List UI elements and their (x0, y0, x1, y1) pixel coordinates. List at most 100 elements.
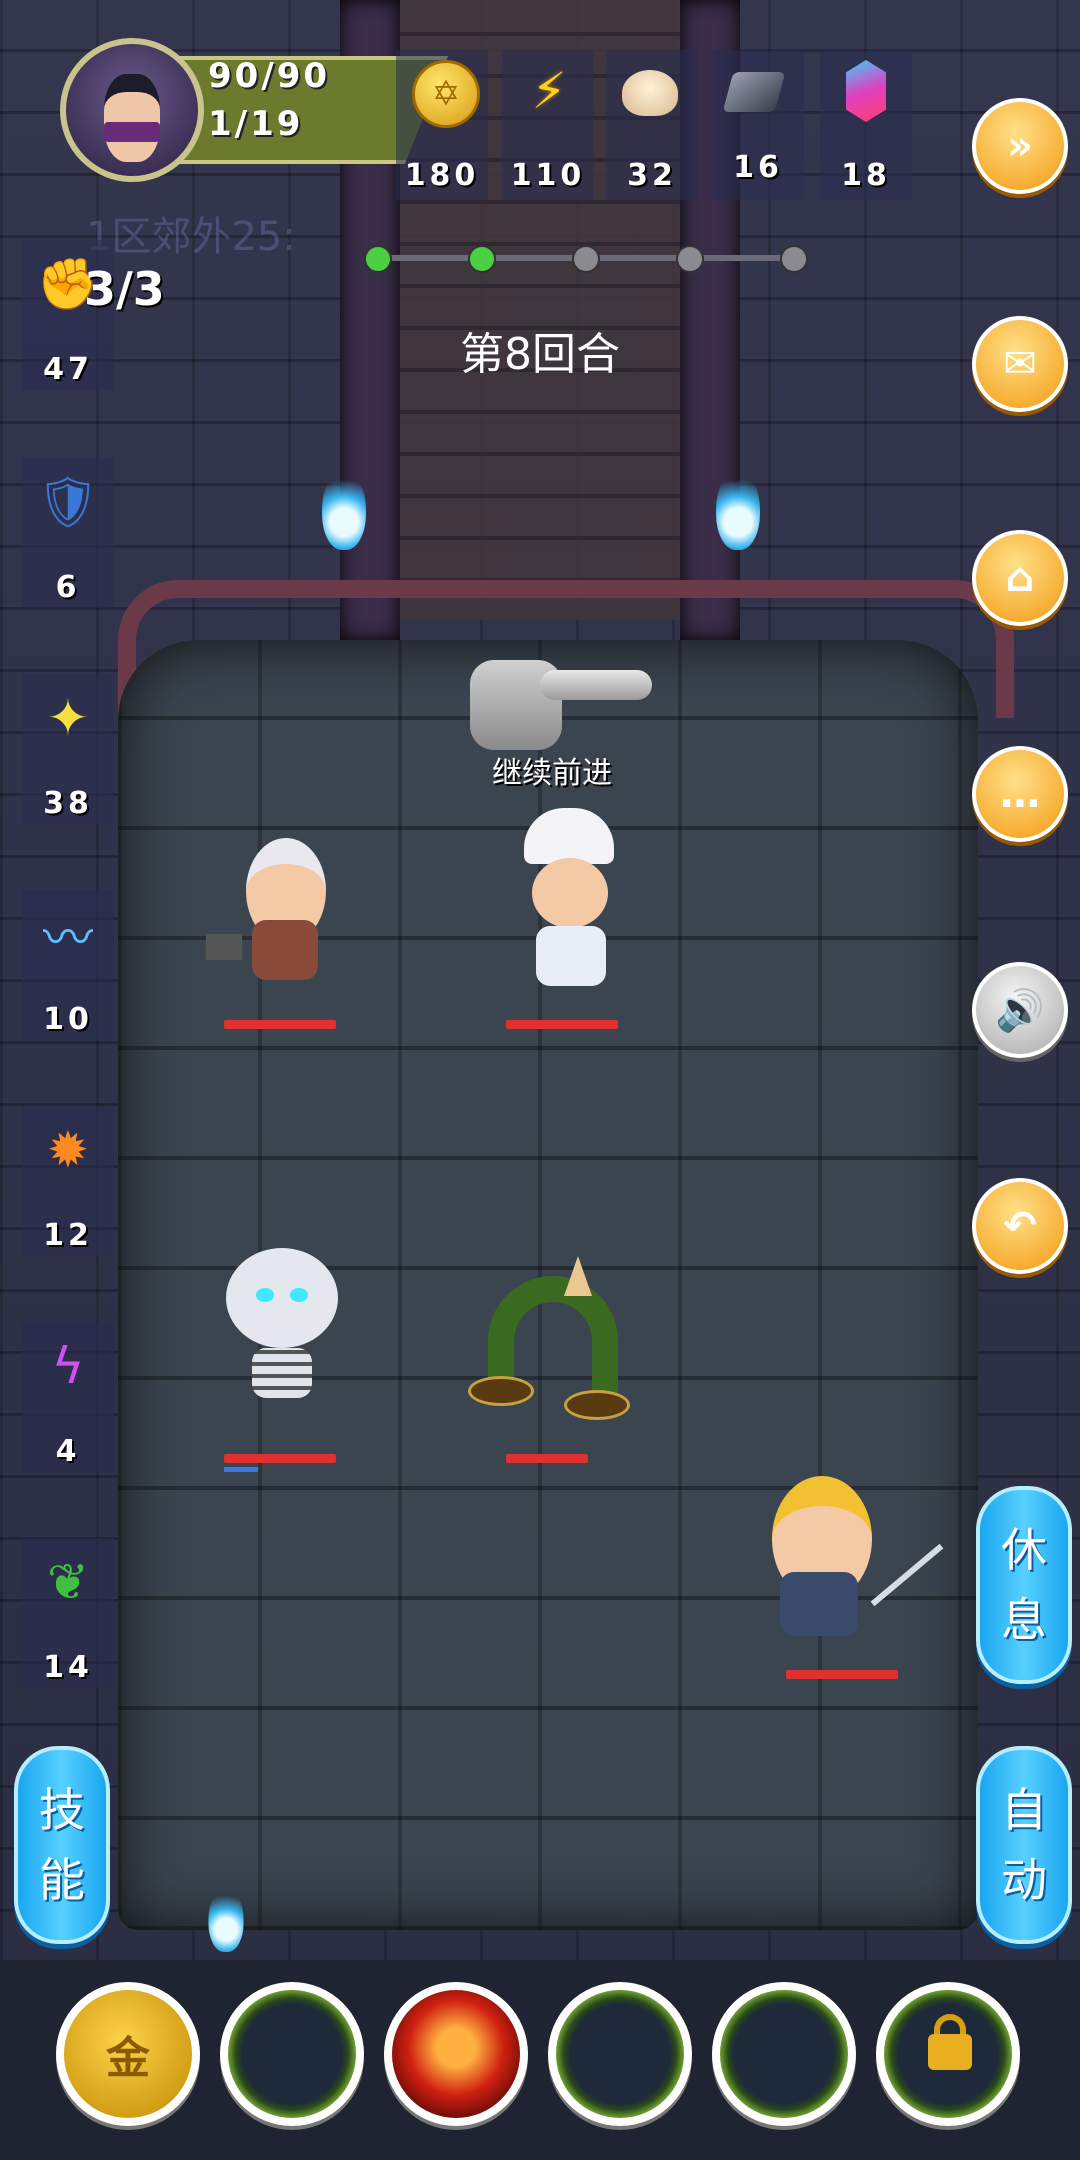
stat-value: 14 (43, 1650, 93, 1685)
gold-bar-icon: 金 (106, 2033, 150, 2084)
resource-value: 110 (510, 158, 586, 193)
energy-bolt-icon: ⚡ (531, 62, 567, 120)
auto-label-2: 动 (1001, 1853, 1047, 1907)
speaker-icon: 🔊 (995, 987, 1045, 1034)
resource-value: 16 (733, 150, 783, 185)
resource-value: 18 (841, 158, 891, 193)
back-button[interactable]: ↶ (972, 1178, 1068, 1274)
mail-button[interactable]: ✉ (972, 316, 1068, 412)
lock-icon (928, 2034, 972, 2070)
iron-ingot-icon (722, 72, 786, 112)
enemy-mana-bar (224, 1467, 258, 1472)
progress-dot (676, 245, 704, 273)
stat-defense[interactable]: 🛡 6 (22, 458, 114, 628)
stat-value: 47 (43, 352, 93, 387)
ally-hp-bar (224, 1020, 336, 1029)
chef-hat-icon (524, 808, 614, 864)
player-level: 1/19 (208, 104, 304, 144)
water-wave-icon: 〰 (43, 909, 93, 967)
stat-value: 10 (43, 1002, 93, 1037)
resource-value: 32 (627, 158, 677, 193)
skill-slot-gold[interactable]: 金 (56, 1982, 200, 2126)
progress-dot (468, 245, 496, 273)
enemy-hp-bar (506, 1454, 588, 1463)
skill-slot-empty[interactable] (220, 1982, 364, 2126)
fire-icon: ✹ (47, 1121, 89, 1179)
skill-slot-empty[interactable] (548, 1982, 692, 2126)
swordsman-hero[interactable] (752, 1476, 944, 1636)
player-hp: 90/90 (208, 56, 331, 96)
fast-forward-button[interactable]: » (972, 98, 1068, 194)
avatar-mask (104, 122, 160, 142)
progress-dot (572, 245, 600, 273)
skill-slot-empty[interactable] (712, 1982, 856, 2126)
auto-button[interactable]: 自 动 (976, 1746, 1072, 1944)
skill-label-1: 技 (39, 1783, 85, 1837)
resource-energy[interactable]: ⚡ 110 (502, 40, 594, 200)
skeleton-eye (290, 1288, 308, 1302)
skeleton-enemy[interactable] (204, 1248, 354, 1408)
lightning-icon: ϟ (51, 1337, 85, 1395)
blue-flame-bottom (208, 1888, 244, 1952)
stat-fire[interactable]: ✹ 12 (22, 1106, 114, 1276)
hammer-icon (206, 934, 242, 960)
rest-label-1: 休 (1001, 1523, 1047, 1577)
attack-counter: 3/3 (84, 262, 165, 316)
zone-label: 1区郊外25: (86, 214, 296, 260)
player-avatar[interactable] (60, 38, 204, 182)
enemy-hp-bar (224, 1454, 336, 1463)
stat-holy[interactable]: ✦ 38 (22, 674, 114, 844)
thorn-spike (564, 1256, 592, 1296)
rest-button[interactable]: 休 息 (976, 1486, 1072, 1684)
stat-lightning[interactable]: ϟ 4 (22, 1322, 114, 1492)
hero-hp-bar (786, 1670, 898, 1679)
fire-demon-icon (392, 1990, 520, 2118)
stage-progress (364, 245, 808, 273)
player-panel[interactable]: 90/90 1/19 (60, 38, 448, 182)
thorn-vine-enemy[interactable] (468, 1256, 630, 1420)
rest-label-2: 息 (1001, 1593, 1047, 1647)
poison-icon: ❦ (47, 1553, 89, 1611)
shield-icon: 🛡 (36, 472, 100, 531)
blue-flame-right (716, 470, 760, 550)
blacksmith-ally[interactable] (206, 838, 356, 998)
stat-value: 6 (55, 570, 81, 605)
resource-food[interactable]: 32 (606, 40, 698, 200)
skill-slot-locked[interactable] (876, 1982, 1020, 2126)
crystal-icon (846, 60, 886, 122)
resource-value: 180 (404, 158, 480, 193)
resource-crystal[interactable]: 18 (820, 40, 912, 200)
chat-icon: … (1000, 771, 1040, 817)
holy-light-icon: ✦ (47, 689, 89, 747)
stat-value: 4 (55, 1434, 81, 1469)
sound-button[interactable]: 🔊 (972, 962, 1068, 1058)
skill-slot-fire-demon[interactable] (384, 1982, 528, 2126)
continue-label[interactable]: 继续前进 (492, 748, 612, 792)
skeleton-eye (256, 1288, 274, 1302)
mail-icon: ✉ (1003, 341, 1037, 387)
back-arrow-icon: ↶ (1003, 1203, 1037, 1249)
avatar-face (104, 74, 160, 162)
ally-hp-bar (506, 1020, 618, 1029)
stat-water[interactable]: 〰 10 (22, 890, 114, 1060)
auto-label-1: 自 (1001, 1783, 1047, 1837)
chef-ally[interactable] (492, 808, 642, 986)
bun-icon (622, 70, 678, 116)
home-button[interactable]: ⌂ (972, 530, 1068, 626)
round-label: 第8回合 (460, 329, 620, 380)
pointing-hand-icon[interactable] (470, 660, 652, 750)
skill-label-2: 能 (39, 1853, 85, 1907)
stat-poison[interactable]: ❦ 14 (22, 1538, 114, 1708)
gold-coin-icon: ✡ (412, 60, 480, 128)
resource-gold[interactable]: ✡ 180 (396, 40, 488, 200)
stat-value: 12 (43, 1218, 93, 1253)
stat-value: 38 (43, 786, 93, 821)
skill-button[interactable]: 技 能 (14, 1746, 110, 1944)
progress-dot (780, 245, 808, 273)
home-icon: ⌂ (1005, 555, 1035, 601)
progress-dot (364, 245, 392, 273)
resource-iron[interactable]: 16 (712, 40, 804, 200)
fast-forward-icon: » (1007, 123, 1033, 169)
chat-button[interactable]: … (972, 746, 1068, 842)
blue-flame-left (322, 470, 366, 550)
